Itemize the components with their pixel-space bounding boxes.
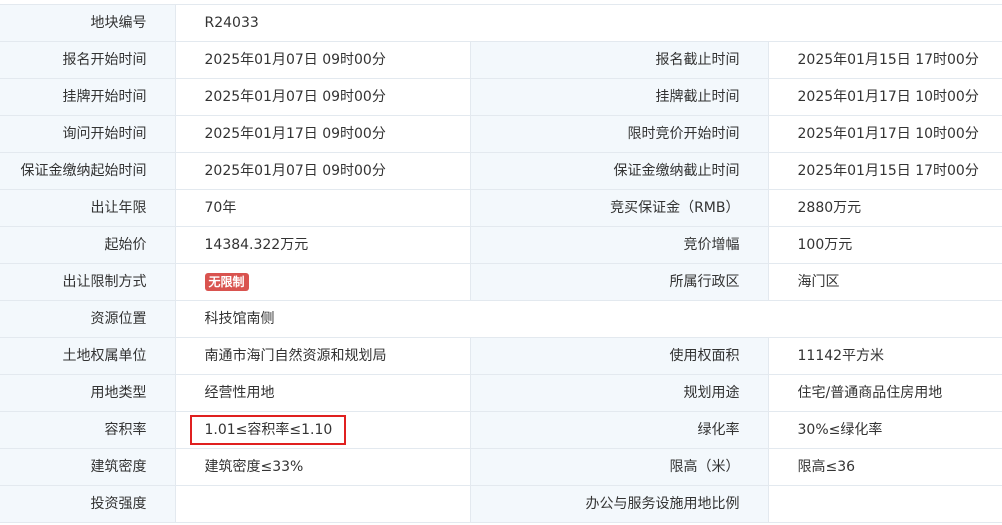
label-registration-start: 报名开始时间 — [0, 41, 175, 79]
label-office-service-ratio: 办公与服务设施用地比例 — [469, 485, 768, 523]
table-row: 资源位置 科技馆南侧 — [0, 300, 1002, 338]
label-resource-location: 资源位置 — [0, 300, 175, 338]
label-bid-increment: 竞价增幅 — [469, 226, 768, 264]
label-timed-bid-start: 限时竞价开始时间 — [469, 115, 768, 153]
label-investment-intensity: 投资强度 — [0, 485, 175, 523]
value-height-limit: 限高≤36 — [767, 448, 1002, 486]
label-use-right-area: 使用权面积 — [469, 337, 768, 375]
value-bid-deposit: 2880万元 — [767, 189, 1002, 227]
table-row: 出让限制方式 无限制 所属行政区 海门区 — [0, 263, 1002, 301]
label-plot-ratio: 容积率 — [0, 411, 175, 449]
value-listing-start: 2025年01月07日 09时00分 — [174, 78, 470, 116]
table-row: 报名开始时间 2025年01月07日 09时00分 报名截止时间 2025年01… — [0, 41, 1002, 79]
table-row: 投资强度 办公与服务设施用地比例 — [0, 485, 1002, 523]
label-transfer-term: 出让年限 — [0, 189, 175, 227]
label-planned-use: 规划用途 — [469, 374, 768, 412]
value-registration-end: 2025年01月15日 17时00分 — [767, 41, 1002, 79]
value-use-right-area: 11142平方米 — [767, 337, 1002, 375]
value-building-density: 建筑密度≤33% — [174, 448, 470, 486]
value-bid-increment: 100万元 — [767, 226, 1002, 264]
unrestricted-badge: 无限制 — [204, 273, 249, 291]
table-row: 保证金缴纳起始时间 2025年01月07日 09时00分 保证金缴纳截止时间 2… — [0, 152, 1002, 190]
land-parcel-info-table: 地块编号 R24033 报名开始时间 2025年01月07日 09时00分 报名… — [0, 4, 1002, 523]
label-administrative-district: 所属行政区 — [469, 263, 768, 301]
label-listing-end: 挂牌截止时间 — [469, 78, 768, 116]
table-row: 容积率 1.01≤容积率≤1.10 绿化率 30%≤绿化率 — [0, 411, 1002, 449]
label-deposit-start: 保证金缴纳起始时间 — [0, 152, 175, 190]
value-planned-use: 住宅/普通商品住房用地 — [767, 374, 1002, 412]
table-row: 询问开始时间 2025年01月17日 09时00分 限时竞价开始时间 2025年… — [0, 115, 1002, 153]
table-row: 土地权属单位 南通市海门自然资源和规划局 使用权面积 11142平方米 — [0, 337, 1002, 375]
value-deposit-start: 2025年01月07日 09时00分 — [174, 152, 470, 190]
value-land-owner: 南通市海门自然资源和规划局 — [174, 337, 470, 375]
value-greening-rate: 30%≤绿化率 — [767, 411, 1002, 449]
label-deposit-end: 保证金缴纳截止时间 — [469, 152, 768, 190]
table-row: 出让年限 70年 竞买保证金（RMB） 2880万元 — [0, 189, 1002, 227]
value-registration-start: 2025年01月07日 09时00分 — [174, 41, 470, 79]
table-row: 地块编号 R24033 — [0, 4, 1002, 42]
table-row: 起始价 14384.322万元 竞价增幅 100万元 — [0, 226, 1002, 264]
label-registration-end: 报名截止时间 — [469, 41, 768, 79]
value-office-service-ratio — [767, 485, 1002, 523]
label-greening-rate: 绿化率 — [469, 411, 768, 449]
value-transfer-restriction: 无限制 — [174, 263, 470, 301]
label-height-limit: 限高（米） — [469, 448, 768, 486]
value-investment-intensity — [174, 485, 470, 523]
value-deposit-end: 2025年01月15日 17时00分 — [767, 152, 1002, 190]
table-row: 用地类型 经营性用地 规划用途 住宅/普通商品住房用地 — [0, 374, 1002, 412]
value-timed-bid-start: 2025年01月17日 10时00分 — [767, 115, 1002, 153]
value-plot-ratio: 1.01≤容积率≤1.10 — [174, 411, 470, 449]
label-inquiry-start: 询问开始时间 — [0, 115, 175, 153]
label-land-type: 用地类型 — [0, 374, 175, 412]
table-row: 挂牌开始时间 2025年01月07日 09时00分 挂牌截止时间 2025年01… — [0, 78, 1002, 116]
value-transfer-term: 70年 — [174, 189, 470, 227]
value-starting-price: 14384.322万元 — [174, 226, 470, 264]
label-bid-deposit: 竞买保证金（RMB） — [469, 189, 768, 227]
plot-ratio-highlight: 1.01≤容积率≤1.10 — [189, 415, 347, 445]
value-resource-location: 科技馆南侧 — [174, 300, 1002, 338]
value-listing-end: 2025年01月17日 10时00分 — [767, 78, 1002, 116]
table-row: 建筑密度 建筑密度≤33% 限高（米） 限高≤36 — [0, 448, 1002, 486]
label-starting-price: 起始价 — [0, 226, 175, 264]
label-transfer-restriction: 出让限制方式 — [0, 263, 175, 301]
value-administrative-district: 海门区 — [767, 263, 1002, 301]
value-inquiry-start: 2025年01月17日 09时00分 — [174, 115, 470, 153]
value-land-type: 经营性用地 — [174, 374, 470, 412]
label-parcel-number: 地块编号 — [0, 4, 175, 42]
value-parcel-number: R24033 — [174, 4, 1002, 42]
label-listing-start: 挂牌开始时间 — [0, 78, 175, 116]
label-building-density: 建筑密度 — [0, 448, 175, 486]
label-land-owner: 土地权属单位 — [0, 337, 175, 375]
